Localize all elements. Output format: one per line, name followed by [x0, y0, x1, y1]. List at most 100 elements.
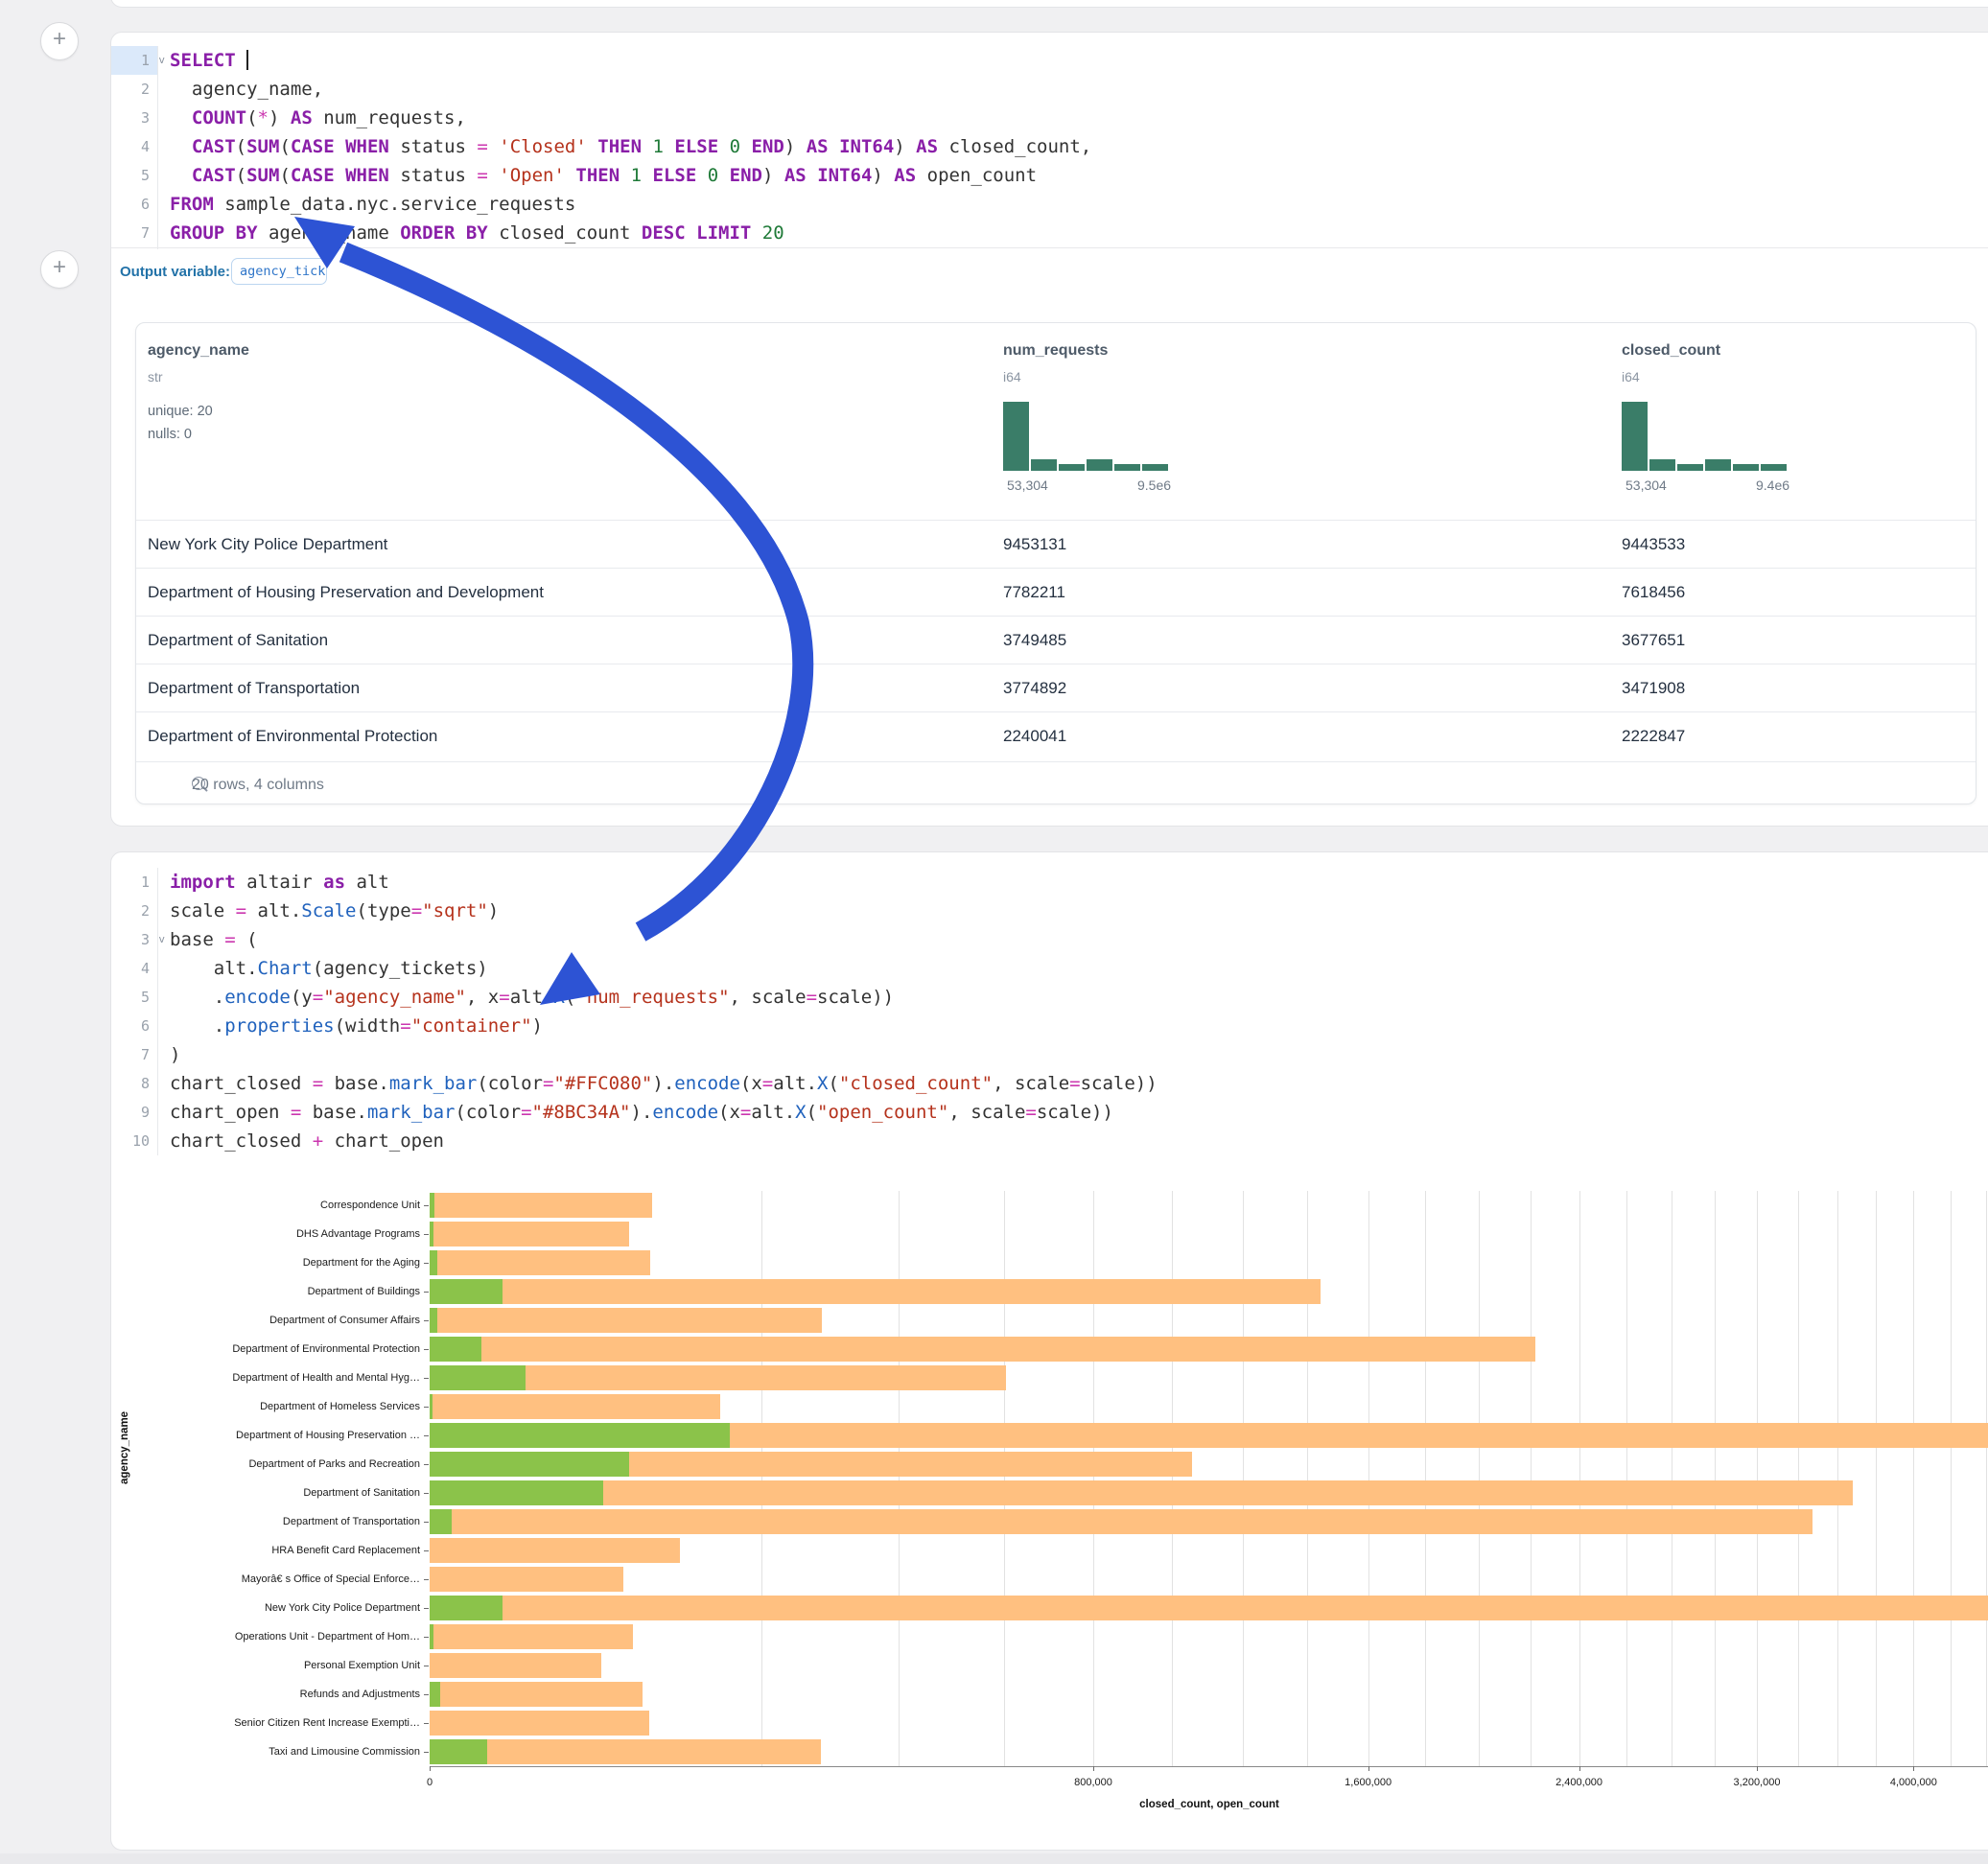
- column-type: i64: [1003, 369, 1021, 384]
- open_count-bar: [430, 1452, 629, 1477]
- result-table: agency_namestrunique: 20nulls: 0num_requ…: [135, 322, 1976, 804]
- open_count-bar: [430, 1193, 434, 1218]
- y-tick: [424, 1723, 429, 1724]
- cell-agency-name: Department of Transportation: [148, 664, 360, 712]
- cell-num-requests: 3774892: [1003, 664, 1066, 712]
- open_count-bar: [430, 1337, 481, 1362]
- gridline: [1951, 1191, 1952, 1766]
- gridline: [1093, 1191, 1094, 1766]
- y-axis-label: Senior Citizen Rent Increase Exempti…: [132, 1717, 420, 1729]
- closed_count-bar: [430, 1509, 1813, 1534]
- gridline: [1479, 1191, 1480, 1766]
- closed_count-bar: [430, 1279, 1321, 1304]
- notebook-page: + + 1vSELECT 2 agency_name,3 COUNT(*) AS…: [0, 0, 1988, 1864]
- column-histogram: [1003, 402, 1168, 471]
- y-axis-label: Department of Sanitation: [132, 1487, 420, 1499]
- open_count-bar: [430, 1624, 433, 1649]
- table-row-count: 20 rows, 4 columns: [192, 762, 324, 804]
- gridline: [1626, 1191, 1627, 1766]
- y-tick: [424, 1435, 429, 1436]
- cell-closed-count: 9443533: [1622, 521, 1685, 569]
- x-tick-label: 800,000: [1036, 1777, 1151, 1788]
- x-tick-label: 1,600,000: [1311, 1777, 1426, 1788]
- histogram-min-label: 53,304: [1625, 478, 1667, 493]
- gridline: [1425, 1191, 1426, 1766]
- y-tick: [424, 1292, 429, 1293]
- table-row[interactable]: Department of Transportation377489234719…: [136, 664, 1976, 712]
- table-row[interactable]: Department of Housing Preservation and D…: [136, 568, 1976, 617]
- y-axis-label: Personal Exemption Unit: [132, 1660, 420, 1671]
- open_count-bar: [430, 1250, 437, 1275]
- closed_count-bar: [430, 1653, 601, 1678]
- gridline: [1004, 1191, 1005, 1766]
- add-cell-button-output[interactable]: +: [40, 250, 79, 289]
- line-number: 7: [111, 219, 157, 247]
- gridline: [1876, 1191, 1877, 1766]
- cell-num-requests: 2240041: [1003, 712, 1066, 760]
- add-cell-button-top[interactable]: +: [40, 22, 79, 60]
- x-tick: [1913, 1766, 1914, 1771]
- open_count-bar: [430, 1596, 503, 1620]
- table-row[interactable]: Department of Environmental Protection 22…: [136, 711, 1976, 760]
- closed_count-bar: [430, 1711, 649, 1736]
- closed_count-bar: [430, 1222, 629, 1247]
- y-axis-label: Department of Housing Preservation …: [132, 1430, 420, 1441]
- gridline: [1172, 1191, 1173, 1766]
- y-tick: [424, 1263, 429, 1264]
- closed_count-bar: [430, 1682, 643, 1707]
- closed_count-bar: [430, 1250, 650, 1275]
- x-tick: [430, 1766, 431, 1771]
- closed_count-bar: [430, 1567, 623, 1592]
- open_count-bar: [430, 1682, 440, 1707]
- code-text: CAST(SUM(CASE WHEN status = 'Open' THEN …: [170, 161, 1037, 190]
- y-tick: [424, 1407, 429, 1408]
- y-tick: [424, 1579, 429, 1580]
- y-tick: [424, 1493, 429, 1494]
- table-row[interactable]: New York City Police Department945313194…: [136, 520, 1976, 569]
- code-text: SELECT: [170, 46, 248, 75]
- x-tick: [1757, 1766, 1758, 1771]
- cell-agency-name: Department of Environmental Protection: [148, 712, 437, 760]
- y-axis-label: DHS Advantage Programs: [132, 1228, 420, 1240]
- open_count-bar: [430, 1394, 433, 1419]
- table-row[interactable]: Department of Sanitation37494853677651: [136, 616, 1976, 664]
- cell-agency-name: New York City Police Department: [148, 521, 387, 569]
- column-header[interactable]: closed_count: [1622, 342, 1720, 360]
- closed_count-bar: [430, 1308, 822, 1333]
- text-cursor: [246, 50, 248, 70]
- y-tick: [424, 1550, 429, 1551]
- output-variable-chip[interactable]: agency_tickets: [231, 258, 327, 285]
- cell-agency-name: Department of Sanitation: [148, 617, 328, 664]
- y-axis-label: Department of Health and Mental Hyg…: [132, 1372, 420, 1384]
- y-axis-label: Operations Unit - Department of Hom…: [132, 1631, 420, 1643]
- y-axis-label: Mayorâ€ s Office of Special Enforce…: [132, 1573, 420, 1585]
- sql-cell-card: 1vSELECT 2 agency_name,3 COUNT(*) AS num…: [110, 32, 1988, 827]
- open_count-bar: [430, 1365, 526, 1390]
- y-axis-label: Department for the Aging: [132, 1257, 420, 1269]
- code-text: agency_name,: [170, 75, 323, 104]
- python-cell-card: 1import altair as alt2scale = alt.Scale(…: [110, 851, 1988, 1851]
- y-tick: [424, 1378, 429, 1379]
- column-header[interactable]: num_requests: [1003, 342, 1108, 360]
- x-axis-line: [430, 1766, 1988, 1767]
- x-tick: [1093, 1766, 1094, 1771]
- column-type: str: [148, 369, 163, 384]
- y-tick: [424, 1752, 429, 1753]
- y-tick: [424, 1464, 429, 1465]
- closed_count-bar: [430, 1337, 1535, 1362]
- fold-chevron-icon[interactable]: v: [158, 46, 165, 75]
- column-stat: unique: 20: [148, 404, 213, 419]
- sql-code-editor[interactable]: 1vSELECT 2 agency_name,3 COUNT(*) AS num…: [111, 46, 1988, 249]
- table-header: agency_namestrunique: 20nulls: 0num_requ…: [136, 323, 1976, 520]
- closed_count-bar: [430, 1596, 1988, 1620]
- gridline: [1579, 1191, 1580, 1766]
- x-tick: [1368, 1766, 1369, 1771]
- cell-closed-count: 2222847: [1622, 712, 1685, 760]
- y-tick: [424, 1522, 429, 1523]
- column-header[interactable]: agency_name: [148, 342, 249, 360]
- closed_count-bar: [430, 1538, 680, 1563]
- gridline: [1307, 1191, 1308, 1766]
- y-tick: [424, 1694, 429, 1695]
- page-bottom-strip: [0, 1853, 1988, 1864]
- closed_count-bar: [430, 1480, 1853, 1505]
